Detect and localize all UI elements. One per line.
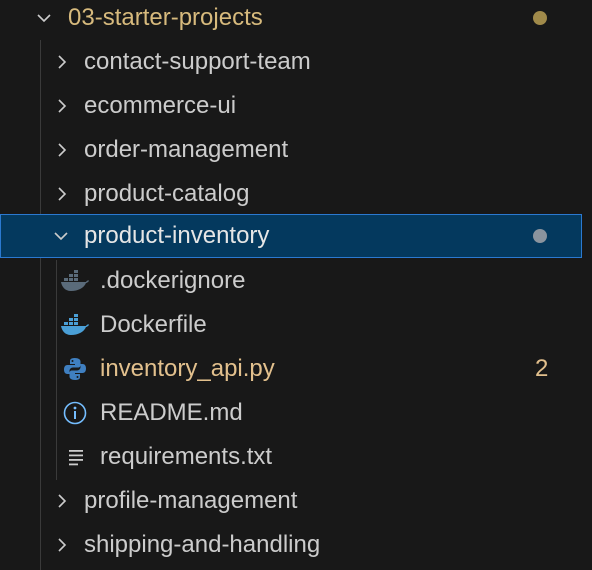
folder-label: order-management (84, 136, 289, 163)
modified-dot-icon (533, 229, 547, 243)
chevron-right-icon (58, 143, 67, 157)
folder-label: 03-starter-projects (68, 4, 263, 31)
chevron-down-icon (37, 14, 51, 23)
file-row-readme[interactable]: README.md (0, 391, 592, 435)
folder-row-ecommerce-ui[interactable]: ecommerce-ui (0, 84, 592, 128)
file-row-dockerfile[interactable]: Dockerfile (0, 303, 592, 347)
file-label: README.md (100, 399, 243, 426)
file-row-requirements[interactable]: requirements.txt (0, 435, 592, 479)
file-label: .dockerignore (100, 267, 246, 294)
info-icon (63, 401, 87, 425)
chevron-down-icon (54, 232, 68, 241)
folder-row-contact-support-team[interactable]: contact-support-team (0, 40, 592, 84)
file-row-inventory-api[interactable]: inventory_api.py 2 (0, 347, 592, 391)
file-label: Dockerfile (100, 311, 207, 338)
folder-row-03-starter-projects[interactable]: 03-starter-projects (0, 0, 592, 40)
file-explorer-tree: 03-starter-projects contact-support-team… (0, 0, 592, 570)
docker-icon (61, 270, 89, 291)
python-icon (64, 358, 86, 380)
folder-label: product-catalog (84, 180, 250, 207)
folder-row-shipping-and-handling[interactable]: shipping-and-handling (0, 523, 592, 567)
folder-row-product-inventory[interactable]: product-inventory (0, 214, 582, 258)
folder-label: contact-support-team (84, 48, 311, 75)
chevron-right-icon (58, 538, 67, 552)
file-label: inventory_api.py (100, 355, 275, 382)
folder-row-product-catalog[interactable]: product-catalog (0, 172, 592, 216)
chevron-right-icon (58, 187, 67, 201)
folder-label: profile-management (84, 487, 298, 514)
docker-icon (61, 314, 89, 335)
modified-dot-icon (533, 11, 547, 25)
folder-row-order-management[interactable]: order-management (0, 128, 592, 172)
folder-label: ecommerce-ui (84, 92, 237, 119)
folder-row-profile-management[interactable]: profile-management (0, 479, 592, 523)
folder-label: shipping-and-handling (84, 531, 321, 558)
file-label: requirements.txt (100, 443, 273, 470)
problems-count-badge: 2 (535, 355, 549, 382)
lines-icon (69, 450, 83, 466)
folder-label: product-inventory (84, 222, 270, 249)
file-row-dockerignore[interactable]: .dockerignore (0, 259, 592, 303)
chevron-right-icon (58, 99, 67, 113)
chevron-right-icon (58, 494, 67, 508)
chevron-right-icon (58, 55, 67, 69)
